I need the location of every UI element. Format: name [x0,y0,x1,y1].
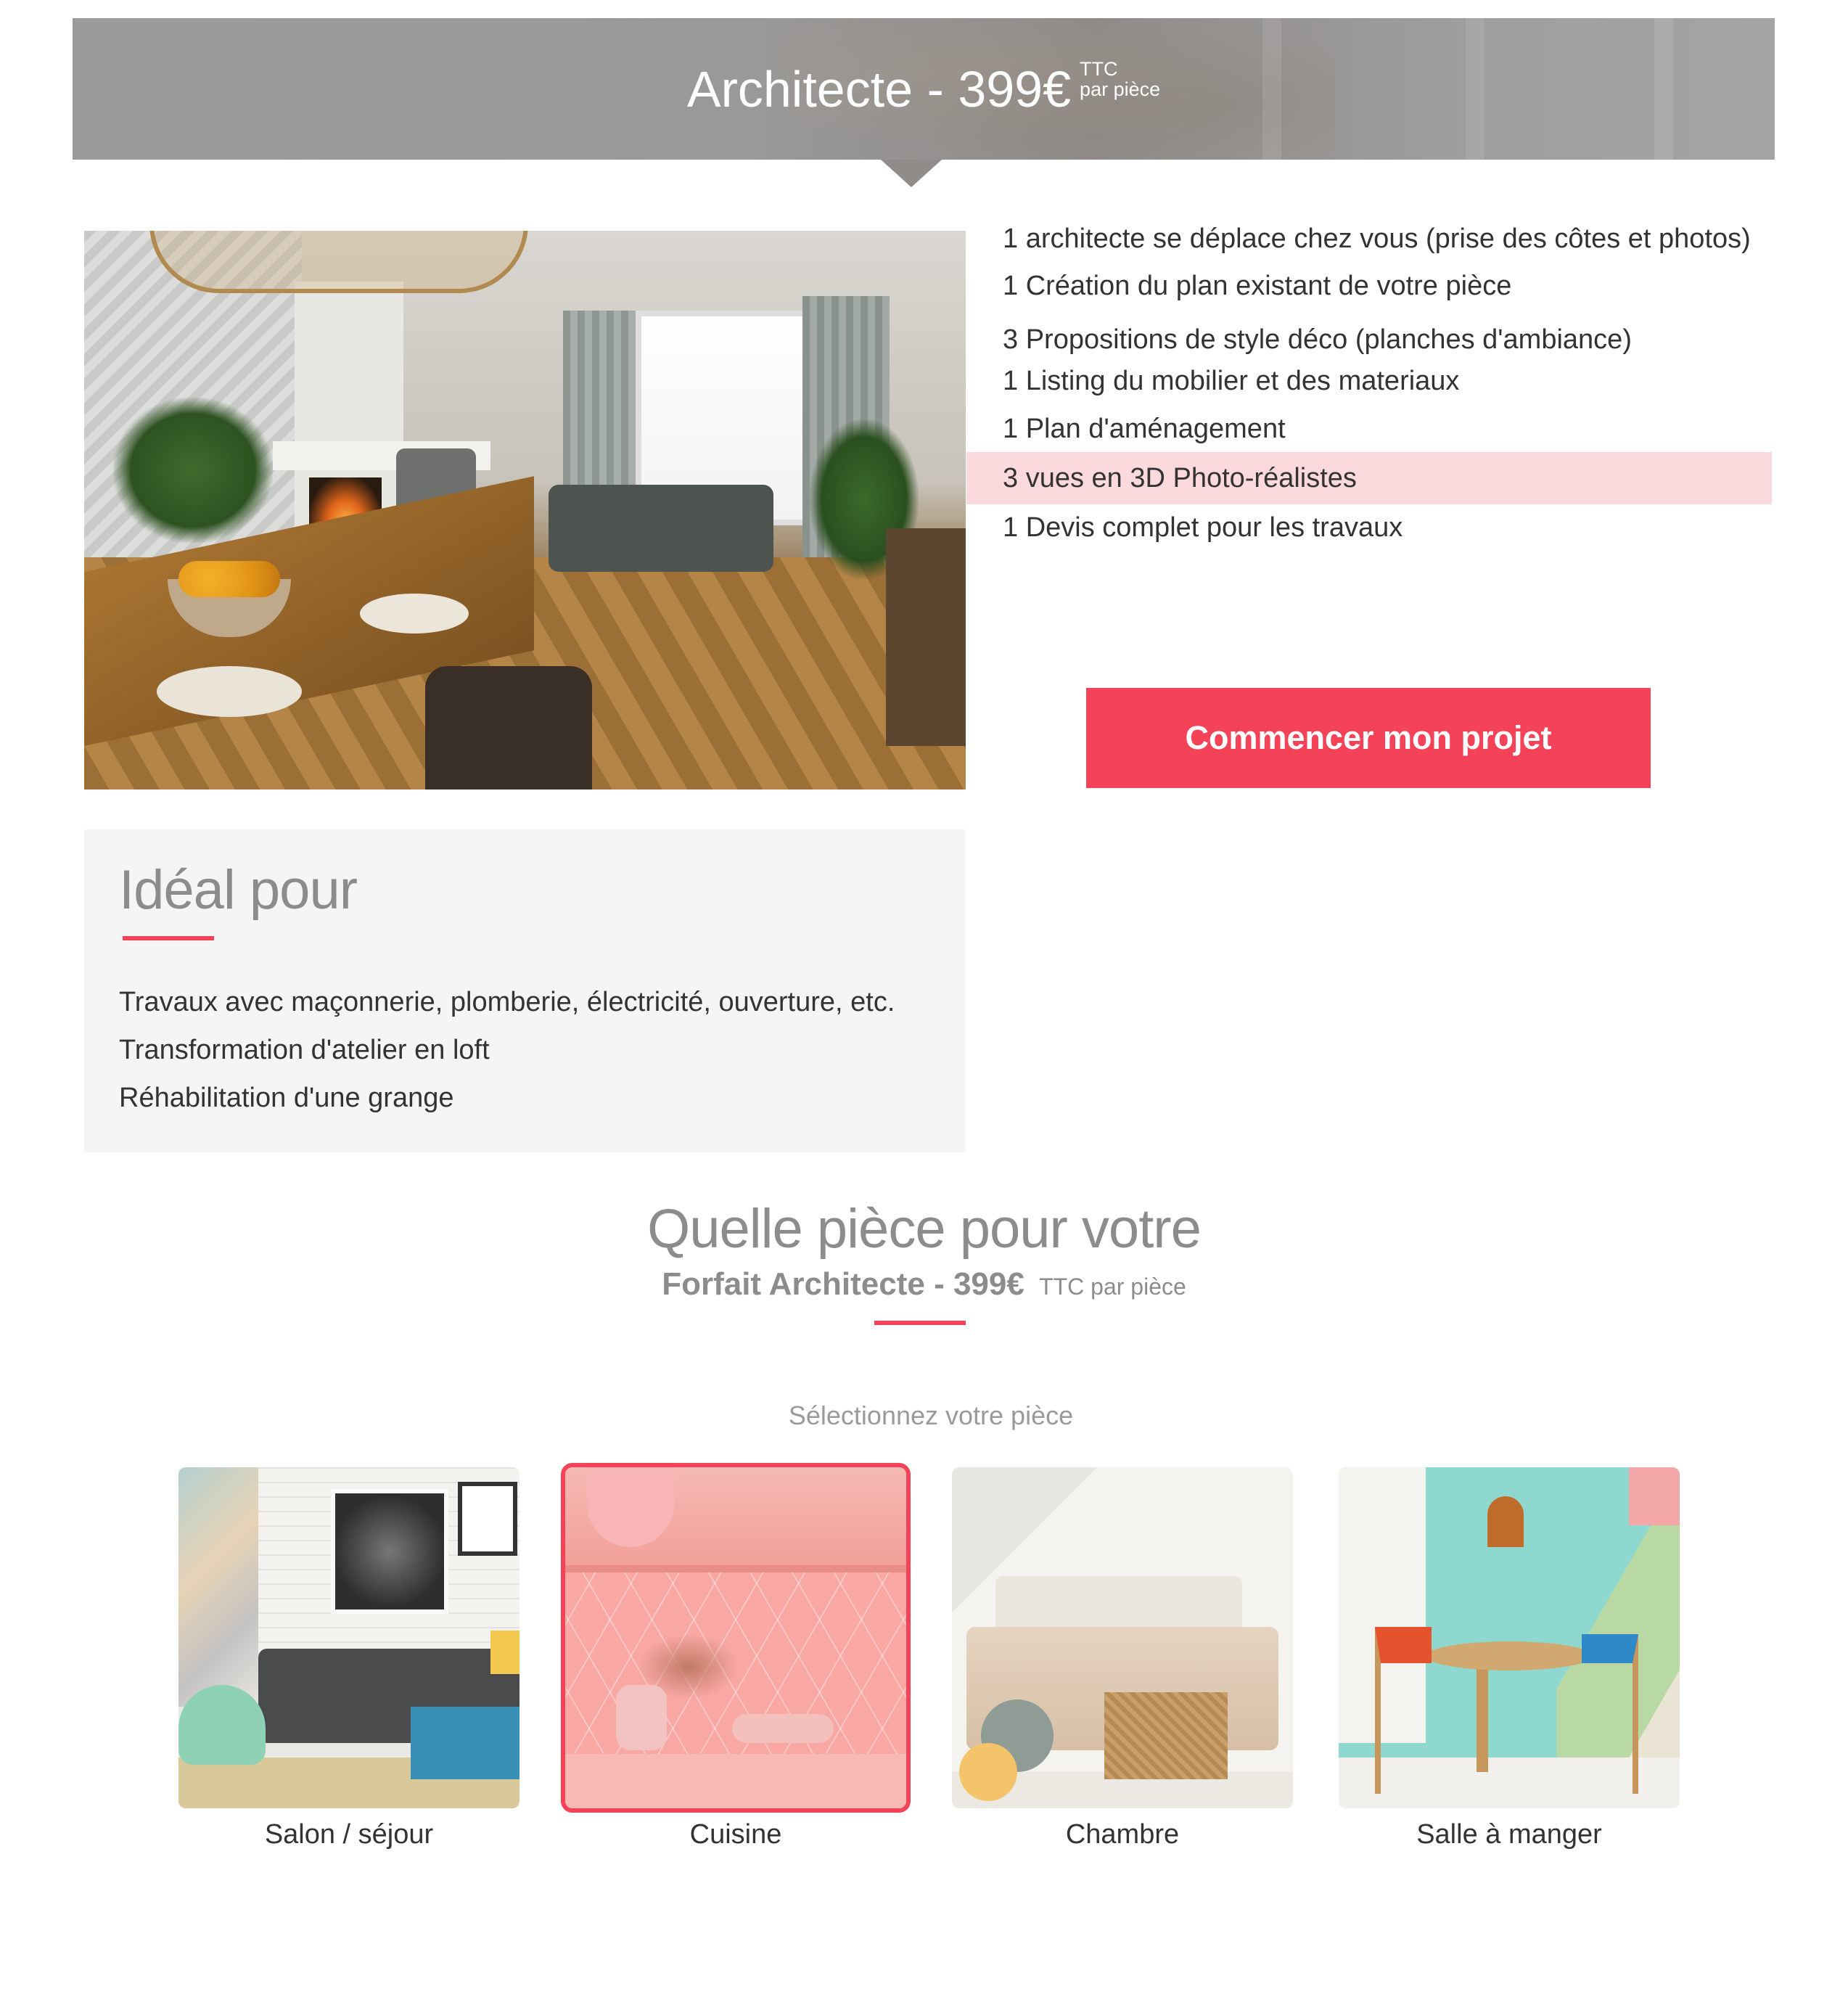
salon-curtain [178,1467,258,1707]
room-section-title: Quelle pièce pour votre [647,1198,1202,1260]
header-banner: Architecte - 399€ TTC par pièce [73,18,1775,160]
image-fruit [178,561,280,597]
room-section-subtitle-bold: Forfait Architecte - 399€ [662,1266,1024,1302]
salon-frame [458,1482,517,1556]
ideal-pour-item: Réhabilitation d'une grange [119,1083,454,1113]
feature-item: 1 Plan d'aménagement [1003,414,1286,444]
header-sup-par-piece: par pièce [1080,78,1161,100]
ideal-pour-title: Idéal pour [119,859,358,921]
salon-cushion [490,1631,520,1674]
ideal-pour-underline [123,936,214,940]
feature-item: 1 Devis complet pour les travaux [1003,512,1403,543]
header-sup-ttc: TTC [1080,57,1118,80]
feature-list: 1 architecte se déplace chez vous (prise… [966,221,1772,545]
salon-coffee-table [411,1707,520,1779]
manger-chair-red [1375,1627,1432,1794]
ideal-pour-item: Transformation d'atelier en loft [119,1035,490,1065]
header-pointer-arrow [881,160,942,187]
room-section-subtitle-small: TTC par pièce [1039,1274,1186,1300]
room-section-subtitle: Forfait Architecte - 399€ TTC par pièce [0,1266,1848,1303]
room-card-cuisine[interactable] [561,1463,911,1813]
room-card-salle-a-manger[interactable] [1339,1467,1680,1808]
start-project-button[interactable]: Commencer mon projet [1086,688,1651,788]
room-label-salle-a-manger[interactable]: Salle à manger [1339,1819,1680,1850]
feature-item: 1 Listing du mobilier et des materiaux [1003,366,1460,396]
feature-item: 1 architecte se déplace chez vous (prise… [1003,223,1751,254]
select-room-hint: Sélectionnez votre pièce [788,1400,1074,1430]
ideal-pour-item: Travaux avec maçonnerie, plomberie, élec… [119,987,895,1017]
manger-table-leg [1477,1663,1488,1772]
room-card-salon[interactable] [178,1467,520,1808]
manger-lamp [1487,1496,1524,1547]
chambre-ball [959,1743,1017,1801]
cuisine-vase [616,1685,667,1750]
room-label-salon[interactable]: Salon / séjour [178,1819,520,1850]
feature-item-highlighted: 3 vues en 3D Photo-réalistes [966,452,1772,504]
salon-owl-poster [331,1489,448,1614]
image-chandelier [149,231,528,293]
image-plant [113,398,273,543]
feature-item: 3 Propositions de style déco (planches d… [1003,324,1632,355]
room-label-chambre[interactable]: Chambre [952,1819,1293,1850]
room-card-chambre[interactable] [952,1467,1293,1808]
chambre-basket [1104,1692,1228,1779]
image-plate [360,594,469,633]
image-sideboard [886,528,966,746]
room-section-underline [874,1321,966,1325]
salon-chair [178,1685,266,1765]
image-chair [425,666,592,790]
header-title-wrap: Architecte - 399€ TTC par pièce [73,18,1775,160]
feature-item: 1 Création du plan existant de votre piè… [1003,271,1512,301]
manger-table [1426,1641,1593,1670]
image-sofa [549,485,773,572]
cuisine-shelf-edge [565,1565,906,1572]
architecte-living-room-image [84,231,966,790]
image-plate [157,666,302,717]
manger-chair-blue [1582,1634,1638,1794]
cuisine-bowls [732,1714,834,1743]
ideal-pour-list: Travaux avec maçonnerie, plomberie, élec… [119,978,895,1122]
header-title: Architecte - 399€ [686,60,1072,118]
ideal-pour-box: Idéal pour Travaux avec maçonnerie, plom… [84,829,966,1152]
manger-wall-pink [1629,1467,1680,1525]
room-label-cuisine[interactable]: Cuisine [565,1819,906,1850]
cuisine-counter [565,1754,906,1808]
header-price-suffix: TTC par pièce [1080,59,1160,99]
